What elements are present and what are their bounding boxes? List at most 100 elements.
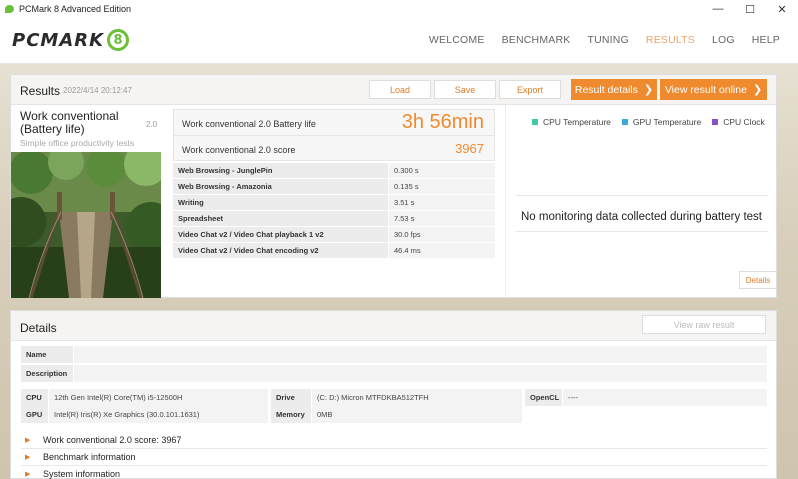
legend-cpu-clock[interactable]: CPU Clock: [712, 117, 765, 127]
chevron-right-icon: ❯: [752, 84, 763, 96]
metric-row: Video Chat v2 / Video Chat encoding v2 46…: [173, 243, 495, 259]
result-details-button[interactable]: Result details ❯: [571, 79, 657, 100]
test-image: [11, 152, 161, 298]
monitoring-panel: CPU Temperature GPU Temperature CPU Cloc…: [505, 105, 777, 298]
nav-help[interactable]: HELP: [752, 34, 780, 46]
metric-value: 7.53 s: [389, 211, 495, 226]
metric-name: Spreadsheet: [173, 211, 388, 226]
spec-row-gpu: GPU Intel(R) Iris(R) Xe Graphics (30.0.1…: [21, 406, 767, 423]
metric-row: Web Browsing - JunglePin 0.300 s: [173, 163, 495, 179]
close-button[interactable]: ✕: [766, 0, 798, 18]
metric-row: Video Chat v2 / Video Chat playback 1 v2…: [173, 227, 495, 243]
metric-name: Web Browsing - JunglePin: [173, 163, 388, 178]
view-raw-result-button[interactable]: View raw result: [642, 315, 766, 334]
section-work-conventional-score[interactable]: ▶ Work conventional 2.0 score: 3967: [21, 432, 767, 449]
no-monitoring-data-message: No monitoring data collected during batt…: [521, 211, 762, 223]
window-controls: — ☐ ✕: [702, 0, 798, 18]
logo-text: PCMARK: [12, 29, 105, 51]
legend-label: CPU Temperature: [543, 117, 611, 127]
metric-name: Video Chat v2 / Video Chat encoding v2: [173, 243, 388, 258]
memory-label: Memory: [271, 406, 311, 423]
name-row: Name: [21, 346, 767, 363]
spec-row-cpu: CPU 12th Gen Intel(R) Core(TM) i5-12500H…: [21, 389, 767, 406]
metric-table: Web Browsing - JunglePin 0.300 s Web Brow…: [173, 163, 495, 259]
metric-name: Video Chat v2 / Video Chat playback 1 v2: [173, 227, 388, 242]
score-value: 3967: [455, 141, 484, 156]
test-card: Work conventional (Battery life) 2.0 Sim…: [11, 105, 161, 298]
score-row: Work conventional 2.0 score 3967: [174, 136, 494, 162]
expand-arrow-icon: ▶: [25, 471, 31, 478]
legend-swatch: [712, 119, 719, 125]
description-row: Description: [21, 365, 767, 382]
metric-value: 30.0 fps: [389, 227, 495, 242]
battery-life-value: 3h 56min: [401, 111, 484, 133]
metric-value: 0.135 s: [389, 179, 495, 194]
metric-row: Writing 3.51 s: [173, 195, 495, 211]
nav-benchmark[interactable]: BENCHMARK: [502, 34, 571, 46]
legend-swatch: [532, 119, 538, 125]
minimize-button[interactable]: —: [702, 0, 734, 18]
monitoring-legend: CPU Temperature GPU Temperature CPU Cloc…: [532, 117, 776, 127]
test-version: 2.0: [146, 120, 158, 129]
export-button[interactable]: Export: [499, 80, 561, 99]
divider: [516, 195, 768, 196]
details-header: Details View raw result: [11, 311, 776, 341]
legend-gpu-temperature[interactable]: GPU Temperature: [621, 117, 702, 127]
legend-label: GPU Temperature: [632, 117, 702, 127]
view-online-label: View result online: [664, 83, 747, 96]
section-label: Benchmark information: [43, 452, 136, 462]
section-label: Work conventional 2.0 score: 3967: [43, 435, 182, 445]
battery-life-row: Work conventional 2.0 Battery life 3h 56…: [174, 110, 494, 136]
test-description: Simple office productivity tests: [20, 138, 135, 148]
score-area: Work conventional 2.0 Battery life 3h 56…: [171, 105, 496, 298]
rope-bridge-jungle-image: [11, 152, 161, 298]
score-label: Work conventional 2.0 score: [182, 145, 296, 155]
expand-arrow-icon: ▶: [25, 454, 31, 461]
save-button[interactable]: Save: [434, 80, 496, 99]
logo-badge: 8: [107, 29, 130, 51]
section-label: System information: [43, 469, 121, 479]
opencl-value: ----: [563, 389, 767, 406]
test-name: Work conventional (Battery life): [20, 109, 119, 136]
results-panel: Results 2022/4/14 20:12:47 Load Save Exp…: [10, 74, 777, 298]
metric-row: Web Browsing - Amazonia 0.135 s: [173, 179, 495, 195]
cpu-value: 12th Gen Intel(R) Core(TM) i5-12500H: [49, 389, 268, 406]
drive-value: (C: D:) Micron MTFDKBA512TFH: [312, 389, 522, 406]
drive-label: Drive: [271, 389, 311, 406]
legend-label: CPU Clock: [723, 117, 765, 127]
memory-value: 0MB: [312, 406, 522, 423]
section-system-information[interactable]: ▶ System information: [21, 466, 767, 479]
results-date: 2022/4/14 20:12:47: [63, 86, 132, 95]
description-value: [74, 365, 767, 382]
nav-tuning[interactable]: TUNING: [587, 34, 628, 46]
battery-life-label: Work conventional 2.0 Battery life: [182, 119, 316, 129]
nav-log[interactable]: LOG: [712, 34, 735, 46]
load-button[interactable]: Load: [369, 80, 431, 99]
chevron-right-icon: ❯: [643, 84, 654, 96]
metric-row: Spreadsheet 7.53 s: [173, 211, 495, 227]
metric-name: Web Browsing - Amazonia: [173, 179, 388, 194]
monitoring-details-button[interactable]: Details: [739, 271, 777, 289]
pcmark-logo: PCMARK 8: [12, 29, 130, 51]
results-title: Results: [20, 84, 61, 98]
pcmark-app-icon: [5, 4, 15, 14]
metric-value: 0.300 s: [389, 163, 495, 178]
name-label: Name: [21, 346, 73, 363]
legend-cpu-temperature[interactable]: CPU Temperature: [532, 117, 611, 127]
results-header: Results 2022/4/14 20:12:47 Load Save Exp…: [11, 75, 776, 105]
nav-welcome[interactable]: WELCOME: [429, 34, 485, 46]
description-label: Description: [21, 365, 73, 382]
metric-value: 3.51 s: [389, 195, 495, 210]
expand-arrow-icon: ▶: [25, 437, 31, 444]
divider: [516, 231, 768, 232]
view-result-online-button[interactable]: View result online ❯: [660, 79, 767, 100]
main-nav: WELCOME BENCHMARK TUNING RESULTS LOG HEL…: [412, 34, 780, 46]
nav-results[interactable]: RESULTS: [646, 34, 695, 46]
metric-value: 46.4 ms: [389, 243, 495, 258]
maximize-button[interactable]: ☐: [734, 0, 766, 18]
gpu-label: GPU: [21, 406, 48, 423]
app-header: PCMARK 8 WELCOME BENCHMARK TUNING RESULT…: [0, 18, 798, 64]
result-details-label: Result details: [574, 83, 638, 96]
section-benchmark-information[interactable]: ▶ Benchmark information: [21, 449, 767, 466]
details-panel: Details View raw result Name Description…: [10, 310, 777, 479]
